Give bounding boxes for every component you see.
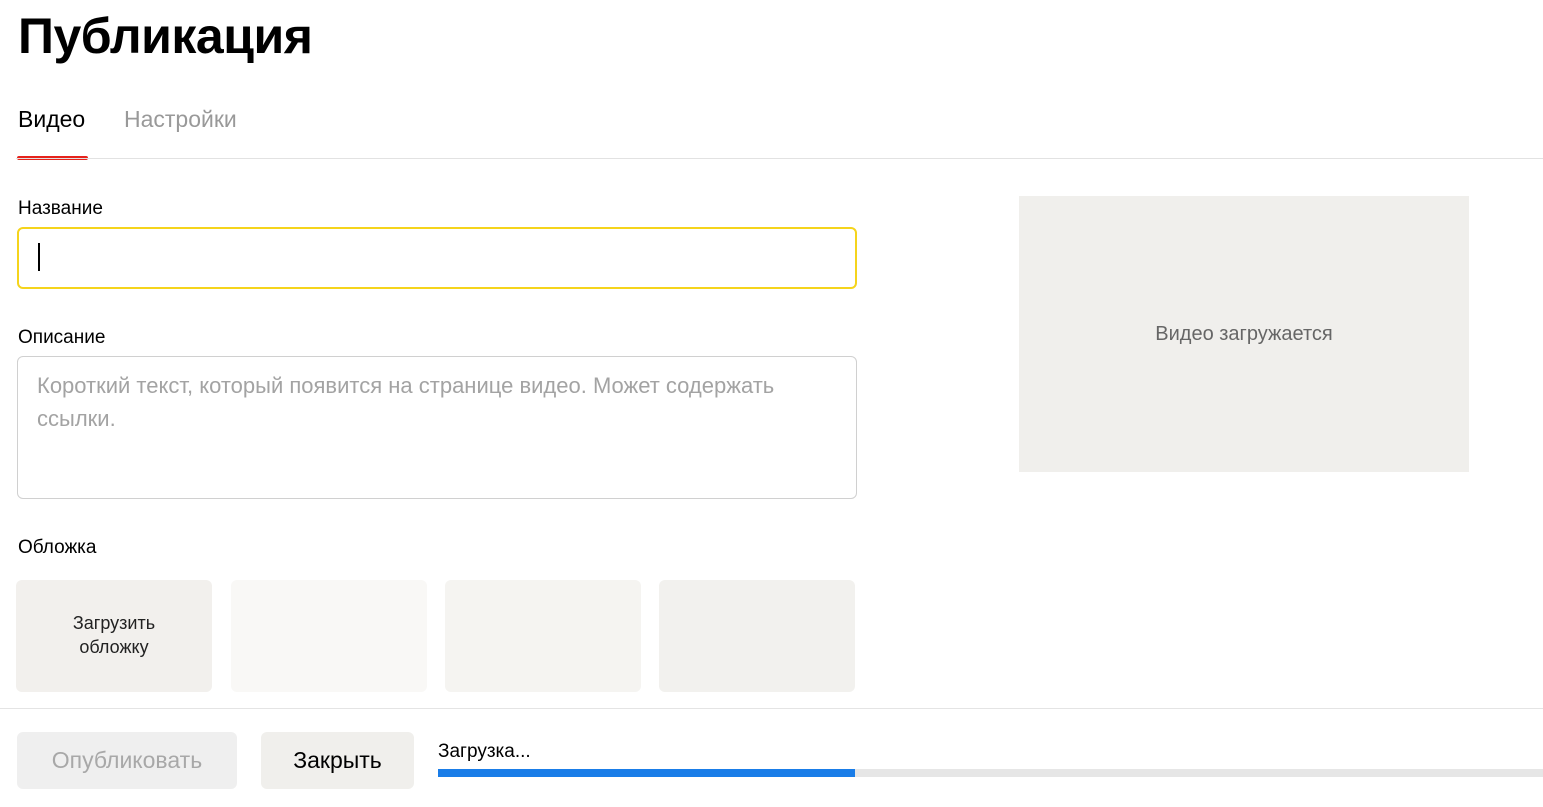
tab-bar: Видео Настройки bbox=[0, 96, 1543, 160]
page-title: Публикация bbox=[18, 8, 313, 64]
title-field[interactable] bbox=[17, 227, 857, 289]
title-input[interactable] bbox=[37, 241, 837, 275]
cover-label: Обложка bbox=[18, 537, 97, 558]
publish-dialog: Публикация Видео Настройки Название Опис… bbox=[0, 0, 1543, 807]
title-label: Название bbox=[18, 198, 103, 219]
text-caret bbox=[38, 243, 40, 271]
upload-cover-label: Загрузить обложку bbox=[72, 613, 156, 657]
video-preview-status: Видео загружается bbox=[1155, 323, 1333, 345]
footer-divider bbox=[0, 708, 1543, 709]
description-label: Описание bbox=[18, 327, 106, 348]
description-field[interactable]: Короткий текст, который появится на стра… bbox=[17, 356, 857, 499]
publish-button[interactable]: Опубликовать bbox=[17, 732, 237, 789]
tab-settings[interactable]: Настройки bbox=[124, 104, 237, 134]
upload-cover-button[interactable]: Загрузить обложку bbox=[16, 580, 212, 692]
tabs-divider bbox=[16, 158, 1543, 159]
upload-progress-bar bbox=[438, 769, 1543, 777]
upload-progress-fill bbox=[438, 769, 855, 777]
video-preview: Видео загружается bbox=[1019, 196, 1469, 472]
cover-thumbnail[interactable] bbox=[445, 580, 641, 692]
description-placeholder: Короткий текст, который появится на стра… bbox=[37, 373, 775, 431]
tab-video[interactable]: Видео bbox=[18, 104, 85, 134]
cover-thumbnail[interactable] bbox=[659, 580, 855, 692]
cover-thumbnail[interactable] bbox=[231, 580, 427, 692]
upload-status: Загрузка... bbox=[438, 741, 531, 762]
close-button[interactable]: Закрыть bbox=[261, 732, 414, 789]
